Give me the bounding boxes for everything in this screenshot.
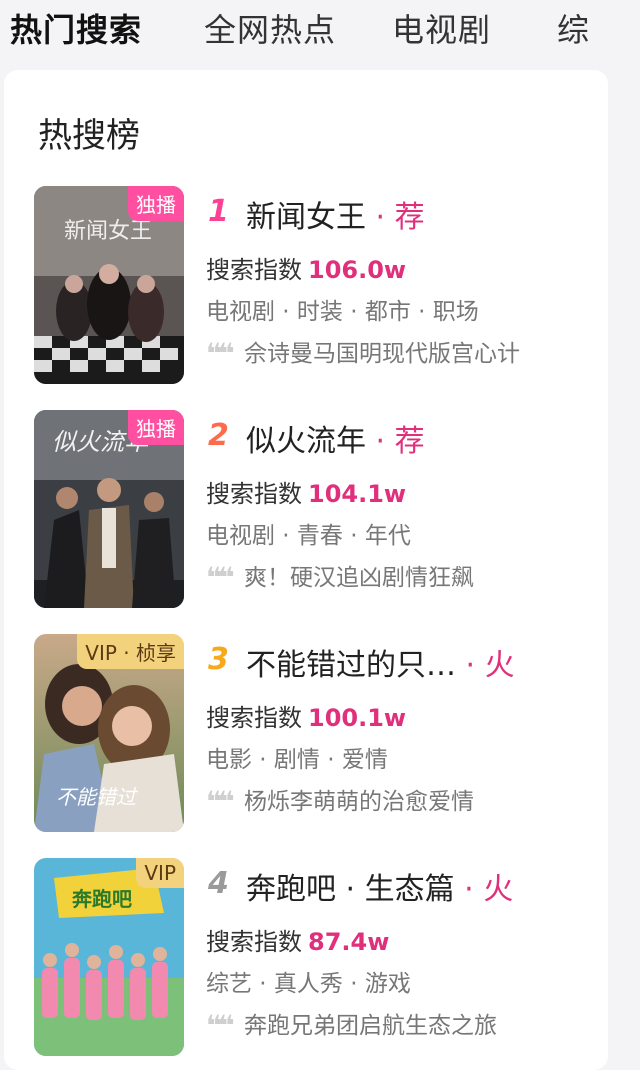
list-item-2[interactable]: 似火流年 独播 2 似火流年 · 荐 搜索指数 104.1w 电视剧 · 青春 ·… <box>34 410 604 610</box>
item-title[interactable]: 新闻女王 · 荐 <box>246 192 425 236</box>
title-text: 似火流年 <box>246 424 366 459</box>
tab-variety[interactable]: 综 <box>545 5 604 51</box>
search-index-label: 搜索指数 <box>206 928 302 956</box>
category-tabs: 热门搜索 全网热点 电视剧 综 <box>0 0 640 56</box>
tab-hot-search[interactable]: 热门搜索 <box>0 5 156 51</box>
rank-number: 4 <box>208 866 229 901</box>
rank-number: 3 <box>208 642 229 677</box>
item-title[interactable]: 奔跑吧 · 生态篇 · 火 <box>246 864 513 908</box>
genre-tags: 电视剧 · 青春 · 年代 <box>206 523 411 549</box>
description-text: 杨烁李萌萌的治愈爱情 <box>244 789 474 815</box>
search-index: 搜索指数 87.4w <box>206 922 389 957</box>
poster-image[interactable]: 奔跑吧 VIP <box>34 858 184 1056</box>
item-description: ❝❝ 佘诗曼马国明现代版宫心计 <box>206 334 520 370</box>
title-text: 奔跑吧 · 生态篇 <box>246 872 455 907</box>
title-text: 不能错过的只… <box>246 648 456 683</box>
search-index-value: 100.1w <box>308 704 407 732</box>
description-text: 爽！硬汉追凶剧情狂飙 <box>244 565 474 591</box>
poster-image[interactable]: 不能错过 VIP · 桢享 <box>34 634 184 832</box>
search-index-value: 87.4w <box>308 928 390 956</box>
tab-tv-series[interactable]: 电视剧 <box>380 5 505 51</box>
recommend-tag: · 荐 <box>366 424 425 459</box>
exclusive-badge: 独播 <box>128 410 184 445</box>
vip-badge: VIP · 桢享 <box>77 634 184 669</box>
genre-tags: 电影 · 剧情 · 爱情 <box>206 747 388 773</box>
list-item-1[interactable]: 新闻女王 独播 1 新闻女王 · 荐 搜索指数 106.0w 电视剧 · 时装 ·… <box>34 186 604 386</box>
tab-trending[interactable]: 全网热点 <box>192 5 350 51</box>
section-title: 热搜榜 <box>38 116 140 156</box>
quote-icon: ❝❝ <box>206 561 235 594</box>
poster-image[interactable]: 似火流年 独播 <box>34 410 184 608</box>
description-text: 奔跑兄弟团启航生态之旅 <box>244 1013 497 1039</box>
hot-tag: · 火 <box>456 648 515 683</box>
search-index: 搜索指数 106.0w <box>206 250 406 285</box>
list-item-4[interactable]: 奔跑吧 VIP 4 奔跑吧 · 生态篇 · 火 搜索指数 87.4w 综艺 · … <box>34 858 604 1058</box>
search-index-label: 搜索指数 <box>206 480 302 508</box>
search-index-label: 搜索指数 <box>206 704 302 732</box>
svg-text:新闻女王: 新闻女王 <box>64 219 152 244</box>
recommend-tag: · 荐 <box>366 200 425 235</box>
exclusive-badge: 独播 <box>128 186 184 221</box>
rank-number: 1 <box>208 194 229 229</box>
poster-image[interactable]: 新闻女王 独播 <box>34 186 184 384</box>
genre-tags: 综艺 · 真人秀 · 游戏 <box>206 971 411 997</box>
search-index: 搜索指数 100.1w <box>206 698 406 733</box>
quote-icon: ❝❝ <box>206 1009 235 1042</box>
svg-text:不能错过: 不能错过 <box>56 785 139 809</box>
rank-number: 2 <box>208 418 229 453</box>
item-description: ❝❝ 奔跑兄弟团启航生态之旅 <box>206 1006 497 1042</box>
item-description: ❝❝ 爽！硬汉追凶剧情狂飙 <box>206 558 474 594</box>
quote-icon: ❝❝ <box>206 337 235 370</box>
quote-icon: ❝❝ <box>206 785 235 818</box>
search-index-label: 搜索指数 <box>206 256 302 284</box>
hot-tag: · 火 <box>454 872 514 907</box>
description-text: 佘诗曼马国明现代版宫心计 <box>244 341 520 367</box>
genre-tags: 电视剧 · 时装 · 都市 · 职场 <box>206 299 479 325</box>
list-item-3[interactable]: 不能错过 VIP · 桢享 3 不能错过的只… · 火 搜索指数 100.1w 电… <box>34 634 604 834</box>
search-index-value: 104.1w <box>308 480 407 508</box>
search-index: 搜索指数 104.1w <box>206 474 406 509</box>
item-title[interactable]: 似火流年 · 荐 <box>246 416 425 460</box>
vip-badge: VIP <box>136 858 184 888</box>
title-text: 新闻女王 <box>246 200 366 235</box>
search-index-value: 106.0w <box>308 256 407 284</box>
hot-search-card: 热搜榜 新闻女王 独播 1 新闻女王 · 荐 搜索指数 106.0w 电视剧 ·… <box>4 70 608 1070</box>
item-title[interactable]: 不能错过的只… · 火 <box>246 640 515 684</box>
item-description: ❝❝ 杨烁李萌萌的治愈爱情 <box>206 782 474 818</box>
svg-text:奔跑吧: 奔跑吧 <box>71 887 132 911</box>
